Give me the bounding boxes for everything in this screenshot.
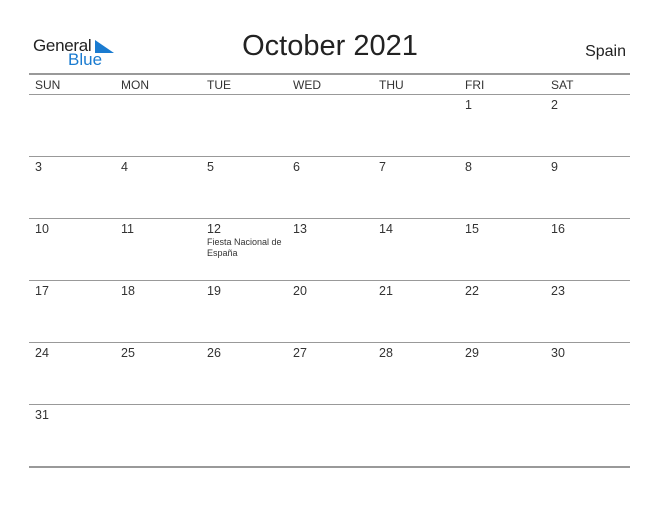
day-cell-9: 9 <box>551 160 558 174</box>
day-cell-18: 18 <box>121 284 135 298</box>
grid-line <box>29 466 630 468</box>
day-cell-25: 25 <box>121 346 135 360</box>
weekday-header-fri: FRI <box>465 78 485 92</box>
weekday-header-tue: TUE <box>207 78 231 92</box>
day-cell-26: 26 <box>207 346 221 360</box>
holiday-event: Fiesta Nacional de España <box>207 237 282 258</box>
weekday-header-wed: WED <box>293 78 321 92</box>
day-cell-15: 15 <box>465 222 479 236</box>
day-cell-27: 27 <box>293 346 307 360</box>
day-cell-21: 21 <box>379 284 393 298</box>
country-label: Spain <box>585 43 626 60</box>
day-cell-30: 30 <box>551 346 565 360</box>
day-cell-22: 22 <box>465 284 479 298</box>
day-cell-31: 31 <box>35 408 49 422</box>
day-cell-29: 29 <box>465 346 479 360</box>
grid-line <box>29 404 630 405</box>
day-cell-16: 16 <box>551 222 565 236</box>
day-cell-23: 23 <box>551 284 565 298</box>
day-cell-2: 2 <box>551 98 558 112</box>
day-cell-24: 24 <box>35 346 49 360</box>
weekday-header-sun: SUN <box>35 78 61 92</box>
grid-line <box>29 342 630 343</box>
day-cell-17: 17 <box>35 284 49 298</box>
weekday-header-thu: THU <box>379 78 404 92</box>
day-cell-12: 12 <box>207 222 221 236</box>
day-cell-13: 13 <box>293 222 307 236</box>
day-cell-19: 19 <box>207 284 221 298</box>
day-cell-5: 5 <box>207 160 214 174</box>
weekday-header-sat: SAT <box>551 78 574 92</box>
day-cell-10: 10 <box>35 222 49 236</box>
day-cell-28: 28 <box>379 346 393 360</box>
day-cell-4: 4 <box>121 160 128 174</box>
day-cell-11: 11 <box>121 222 134 236</box>
grid-line <box>29 94 630 95</box>
day-cell-20: 20 <box>293 284 307 298</box>
grid-line <box>29 156 630 157</box>
grid-line <box>29 73 630 75</box>
day-cell-7: 7 <box>379 160 386 174</box>
day-cell-14: 14 <box>379 222 393 236</box>
day-cell-3: 3 <box>35 160 42 174</box>
day-cell-8: 8 <box>465 160 472 174</box>
grid-line <box>29 218 630 219</box>
day-cell-1: 1 <box>465 98 472 112</box>
weekday-header-mon: MON <box>121 78 149 92</box>
calendar-title: October 2021 <box>242 30 418 62</box>
day-cell-6: 6 <box>293 160 300 174</box>
grid-line <box>29 280 630 281</box>
